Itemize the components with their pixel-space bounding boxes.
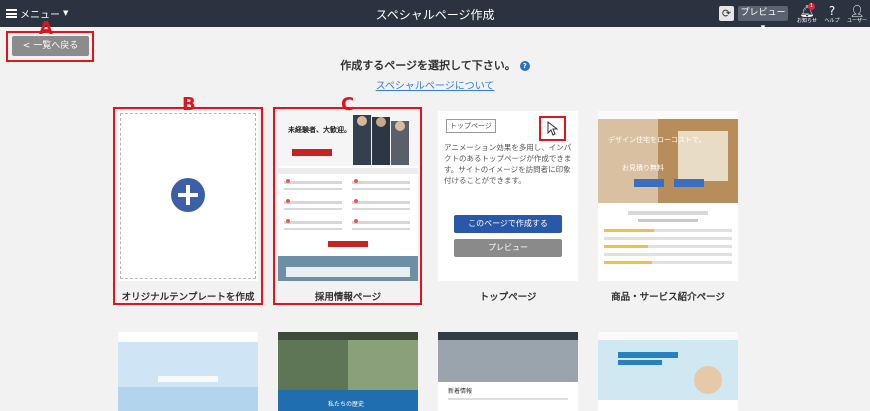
bottom-card-4[interactable] bbox=[598, 332, 738, 411]
card-label-product-service[interactable]: 商品・サービス紹介ページ bbox=[598, 289, 738, 303]
bottom-caption-3: 新着情報 bbox=[448, 388, 473, 395]
bell-icon: 🔔︎ bbox=[799, 4, 815, 18]
card-label-top-page[interactable]: トップページ bbox=[438, 289, 578, 303]
top-page-preview-button[interactable]: プレビュー bbox=[454, 239, 562, 257]
refresh-button[interactable]: ⟳ bbox=[719, 6, 734, 21]
recruit-thumbnail bbox=[278, 111, 418, 281]
bottom-thumbnail-1 bbox=[118, 332, 258, 411]
recruit-template-card[interactable]: 未経験者、大歓迎。 bbox=[278, 111, 418, 281]
original-template-card[interactable] bbox=[118, 111, 258, 281]
notifications-button[interactable]: 🔔︎ 1 お知らせ bbox=[794, 3, 820, 24]
card-label-original[interactable]: オリジナルテンプレートを作成 bbox=[118, 289, 258, 303]
user-button[interactable]: 👤︎ ユーザー bbox=[844, 4, 870, 24]
top-bar: メニュー ▼ スペシャルページ作成 ⟳ プレビュー ▾ 🔔︎ 1 お知らせ ? … bbox=[0, 0, 870, 33]
about-special-pages-link[interactable]: スペシャルページについて bbox=[0, 77, 870, 92]
preview-dropdown-label: プレビュー bbox=[740, 8, 786, 18]
plus-icon bbox=[171, 178, 205, 212]
help-dot-icon[interactable]: ? bbox=[519, 61, 530, 71]
instruction-heading: 作成するページを選択して下さい。? bbox=[0, 57, 870, 73]
help-icon: ? bbox=[828, 4, 836, 18]
user-label: ユーザー bbox=[847, 18, 867, 24]
bottom-thumbnail-3 bbox=[438, 332, 578, 411]
bottom-caption-2: 私たちの歴史 bbox=[328, 401, 365, 408]
bottom-thumbnail-4 bbox=[598, 332, 738, 400]
help-label: ヘルプ bbox=[824, 18, 840, 24]
bottom-card-2[interactable]: 私たちの歴史 bbox=[278, 332, 418, 411]
top-page-description: アニメーション効果を多用し、インパクトのあるトップページが作成できます。サイトの… bbox=[444, 143, 572, 185]
create-with-this-page-button[interactable]: このページで作成する bbox=[454, 215, 562, 233]
preview-dropdown[interactable]: プレビュー ▾ bbox=[738, 6, 788, 33]
product-hero-text-2: お見積り無料 bbox=[622, 164, 664, 172]
top-page-tag: トップページ bbox=[446, 119, 496, 133]
product-hero-text: デザイン住宅をローコストで。 bbox=[608, 136, 706, 144]
bottom-card-1[interactable] bbox=[118, 332, 258, 411]
notification-badge: 1 bbox=[808, 3, 815, 10]
user-icon: 👤︎ bbox=[849, 4, 865, 18]
help-button[interactable]: ? ヘルプ bbox=[819, 4, 845, 24]
notifications-label: お知らせ bbox=[797, 18, 817, 24]
recruit-hero-text: 未経験者、大歓迎。 bbox=[288, 126, 351, 134]
product-service-card[interactable]: デザイン住宅をローコストで。 お見積り無料 bbox=[598, 111, 738, 281]
instruction-text: 作成するページを選択して下さい。 bbox=[340, 59, 516, 72]
card-label-recruit[interactable]: 採用情報ページ bbox=[278, 289, 418, 303]
bottom-card-3[interactable]: 新着情報 bbox=[438, 332, 578, 411]
back-to-list-button[interactable]: < 一覧へ戻る bbox=[12, 36, 89, 56]
cursor-icon bbox=[547, 121, 559, 136]
